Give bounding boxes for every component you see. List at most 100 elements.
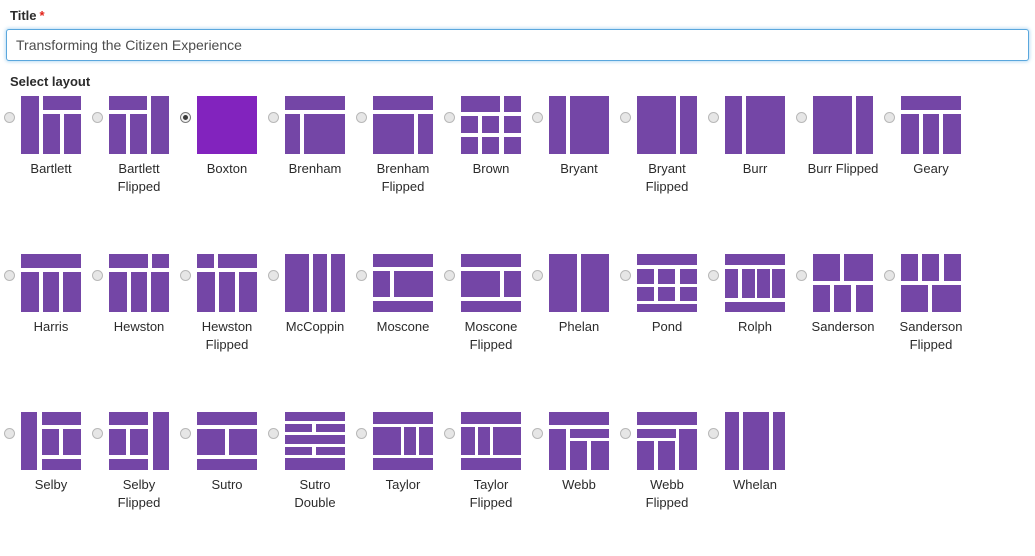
layout-option-bartlett[interactable]: Bartlett bbox=[4, 94, 92, 178]
layout-thumbnail-brenham-flipped[interactable] bbox=[371, 94, 435, 156]
layout-option-body[interactable]: Burr bbox=[723, 94, 793, 178]
layout-option-sutro[interactable]: Sutro bbox=[180, 410, 268, 494]
layout-option-body[interactable]: Moscone bbox=[371, 252, 441, 336]
layout-thumbnail-harris[interactable] bbox=[19, 252, 83, 314]
layout-option-sutro-double[interactable]: Sutro Double bbox=[268, 410, 356, 512]
layout-option-body[interactable]: Sanderson bbox=[811, 252, 881, 336]
radio-moscone-flipped[interactable] bbox=[444, 270, 455, 281]
layout-option-body[interactable]: McCoppin bbox=[283, 252, 353, 336]
layout-option-geary[interactable]: Geary bbox=[884, 94, 972, 178]
layout-thumbnail-burr[interactable] bbox=[723, 94, 787, 156]
layout-option-webb-flipped[interactable]: Webb Flipped bbox=[620, 410, 708, 512]
layout-option-sanderson[interactable]: Sanderson bbox=[796, 252, 884, 336]
layout-thumbnail-bryant-flipped[interactable] bbox=[635, 94, 699, 156]
layout-thumbnail-brown[interactable] bbox=[459, 94, 523, 156]
radio-selby-flipped[interactable] bbox=[92, 428, 103, 439]
radio-brenham-flipped[interactable] bbox=[356, 112, 367, 123]
radio-harris[interactable] bbox=[4, 270, 15, 281]
radio-sutro-double[interactable] bbox=[268, 428, 279, 439]
layout-option-mccoppin[interactable]: McCoppin bbox=[268, 252, 356, 336]
layout-option-whelan[interactable]: Whelan bbox=[708, 410, 796, 494]
layout-option-selby-flipped[interactable]: Selby Flipped bbox=[92, 410, 180, 512]
layout-option-body[interactable]: Webb bbox=[547, 410, 617, 494]
radio-selby[interactable] bbox=[4, 428, 15, 439]
layout-option-burr[interactable]: Burr bbox=[708, 94, 796, 178]
layout-option-body[interactable]: Hewston Flipped bbox=[195, 252, 265, 354]
layout-thumbnail-sutro-double[interactable] bbox=[283, 410, 347, 472]
layout-option-body[interactable]: Moscone Flipped bbox=[459, 252, 529, 354]
layout-option-body[interactable]: Bryant Flipped bbox=[635, 94, 705, 196]
layout-option-body[interactable]: Hewston bbox=[107, 252, 177, 336]
layout-option-body[interactable]: Brown bbox=[459, 94, 529, 178]
radio-moscone[interactable] bbox=[356, 270, 367, 281]
layout-option-body[interactable]: Harris bbox=[19, 252, 89, 336]
layout-option-boxton[interactable]: Boxton bbox=[180, 94, 268, 178]
layout-option-sanderson-flipped[interactable]: Sanderson Flipped bbox=[884, 252, 972, 354]
layout-option-bryant-flipped[interactable]: Bryant Flipped bbox=[620, 94, 708, 196]
radio-hewston[interactable] bbox=[92, 270, 103, 281]
layout-thumbnail-taylor[interactable] bbox=[371, 410, 435, 472]
radio-geary[interactable] bbox=[884, 112, 895, 123]
radio-phelan[interactable] bbox=[532, 270, 543, 281]
layout-thumbnail-boxton[interactable] bbox=[195, 94, 259, 156]
radio-boxton[interactable] bbox=[180, 112, 191, 123]
layout-option-body[interactable]: Boxton bbox=[195, 94, 265, 178]
radio-burr-flipped[interactable] bbox=[796, 112, 807, 123]
radio-rolph[interactable] bbox=[708, 270, 719, 281]
layout-option-hewston[interactable]: Hewston bbox=[92, 252, 180, 336]
layout-option-body[interactable]: Webb Flipped bbox=[635, 410, 705, 512]
layout-option-body[interactable]: Selby bbox=[19, 410, 89, 494]
layout-thumbnail-geary[interactable] bbox=[899, 94, 963, 156]
layout-thumbnail-mccoppin[interactable] bbox=[283, 252, 347, 314]
layout-option-bartlett-flipped[interactable]: Bartlett Flipped bbox=[92, 94, 180, 196]
layout-option-phelan[interactable]: Phelan bbox=[532, 252, 620, 336]
layout-option-moscone-flipped[interactable]: Moscone Flipped bbox=[444, 252, 532, 354]
radio-sanderson-flipped[interactable] bbox=[884, 270, 895, 281]
layout-option-harris[interactable]: Harris bbox=[4, 252, 92, 336]
layout-thumbnail-webb[interactable] bbox=[547, 410, 611, 472]
layout-thumbnail-moscone-flipped[interactable] bbox=[459, 252, 523, 314]
radio-webb-flipped[interactable] bbox=[620, 428, 631, 439]
layout-option-body[interactable]: Bryant bbox=[547, 94, 617, 178]
radio-brenham[interactable] bbox=[268, 112, 279, 123]
layout-option-body[interactable]: Phelan bbox=[547, 252, 617, 336]
radio-taylor-flipped[interactable] bbox=[444, 428, 455, 439]
layout-thumbnail-webb-flipped[interactable] bbox=[635, 410, 699, 472]
layout-thumbnail-bartlett-flipped[interactable] bbox=[107, 94, 171, 156]
layout-thumbnail-selby[interactable] bbox=[19, 410, 83, 472]
title-input[interactable] bbox=[6, 29, 1029, 61]
layout-option-body[interactable]: Selby Flipped bbox=[107, 410, 177, 512]
layout-option-brenham-flipped[interactable]: Brenham Flipped bbox=[356, 94, 444, 196]
layout-thumbnail-hewston[interactable] bbox=[107, 252, 171, 314]
layout-thumbnail-hewston-flipped[interactable] bbox=[195, 252, 259, 314]
layout-thumbnail-sanderson-flipped[interactable] bbox=[899, 252, 963, 314]
layout-thumbnail-bartlett[interactable] bbox=[19, 94, 83, 156]
layout-option-body[interactable]: Whelan bbox=[723, 410, 793, 494]
radio-sutro[interactable] bbox=[180, 428, 191, 439]
layout-thumbnail-brenham[interactable] bbox=[283, 94, 347, 156]
radio-whelan[interactable] bbox=[708, 428, 719, 439]
layout-thumbnail-sanderson[interactable] bbox=[811, 252, 875, 314]
layout-option-brenham[interactable]: Brenham bbox=[268, 94, 356, 178]
radio-taylor[interactable] bbox=[356, 428, 367, 439]
layout-thumbnail-burr-flipped[interactable] bbox=[811, 94, 875, 156]
layout-option-body[interactable]: Taylor bbox=[371, 410, 441, 494]
layout-option-body[interactable]: Sanderson Flipped bbox=[899, 252, 969, 354]
radio-bartlett[interactable] bbox=[4, 112, 15, 123]
layout-option-webb[interactable]: Webb bbox=[532, 410, 620, 494]
layout-thumbnail-phelan[interactable] bbox=[547, 252, 611, 314]
layout-option-hewston-flipped[interactable]: Hewston Flipped bbox=[180, 252, 268, 354]
layout-option-taylor-flipped[interactable]: Taylor Flipped bbox=[444, 410, 532, 512]
radio-brown[interactable] bbox=[444, 112, 455, 123]
layout-option-taylor[interactable]: Taylor bbox=[356, 410, 444, 494]
layout-option-body[interactable]: Rolph bbox=[723, 252, 793, 336]
layout-option-pond[interactable]: Pond bbox=[620, 252, 708, 336]
layout-option-brown[interactable]: Brown bbox=[444, 94, 532, 178]
radio-sanderson[interactable] bbox=[796, 270, 807, 281]
layout-thumbnail-selby-flipped[interactable] bbox=[107, 410, 171, 472]
radio-mccoppin[interactable] bbox=[268, 270, 279, 281]
radio-bryant-flipped[interactable] bbox=[620, 112, 631, 123]
layout-option-body[interactable]: Pond bbox=[635, 252, 705, 336]
layout-thumbnail-pond[interactable] bbox=[635, 252, 699, 314]
radio-webb[interactable] bbox=[532, 428, 543, 439]
